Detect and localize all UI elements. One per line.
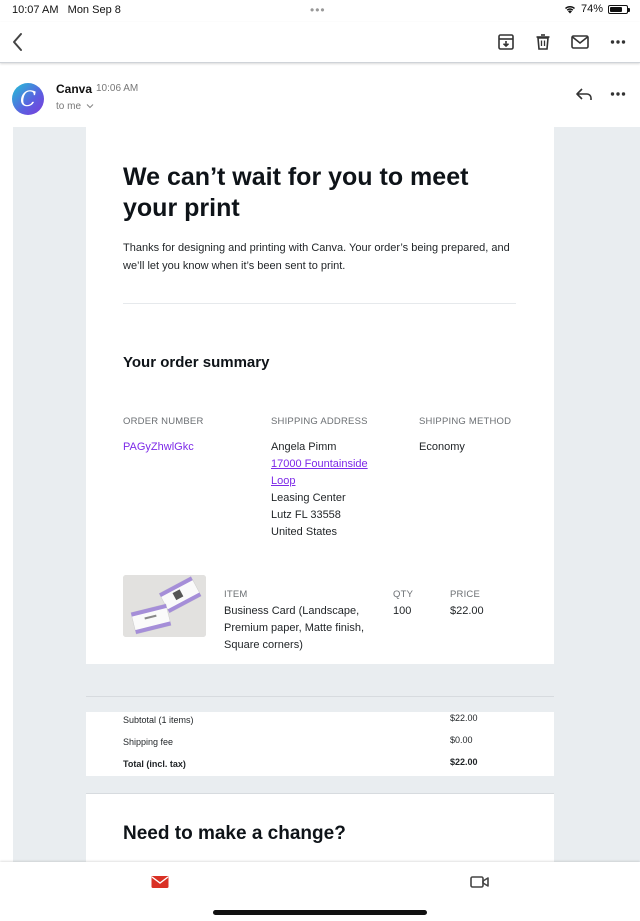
item-label: ITEM xyxy=(224,589,248,600)
more-icon xyxy=(610,92,626,96)
shipping-method: Economy xyxy=(419,441,465,453)
shipping-method-label: SHIPPING METHOD xyxy=(419,416,512,427)
multitask-dots-icon[interactable]: ••• xyxy=(310,3,326,17)
total-label: Total (incl. tax) xyxy=(123,759,186,769)
mail-icon xyxy=(571,35,589,49)
archive-icon xyxy=(498,34,514,50)
mark-unread-button[interactable] xyxy=(569,31,591,53)
item-price: $22.00 xyxy=(450,605,484,617)
video-camera-icon xyxy=(470,876,489,888)
send-time: 10:06 AM xyxy=(96,83,139,94)
mail-icon xyxy=(151,876,169,888)
shipping-fee-label: Shipping fee xyxy=(123,737,174,747)
delete-button[interactable] xyxy=(532,31,554,53)
shipping-address-label: SHIPPING ADDRESS xyxy=(271,416,368,427)
reply-button[interactable] xyxy=(574,85,594,103)
wifi-icon xyxy=(564,6,575,14)
sender-avatar[interactable]: C xyxy=(12,83,44,115)
trash-icon xyxy=(536,34,550,50)
order-number-link[interactable]: PAGyZhwlGkc xyxy=(123,439,194,456)
email-toolbar xyxy=(0,22,640,63)
divider xyxy=(86,696,554,697)
tab-mail[interactable] xyxy=(150,874,170,890)
chevron-down-icon xyxy=(86,104,94,109)
qty-label: QTY xyxy=(393,589,414,600)
archive-button[interactable] xyxy=(495,31,517,53)
subtotal-label: Subtotal (1 items) xyxy=(123,715,194,725)
order-number-label: ORDER NUMBER xyxy=(123,416,204,427)
battery-percent: 74% xyxy=(580,3,603,15)
recipient-toggle[interactable]: to me xyxy=(56,101,94,112)
home-indicator[interactable] xyxy=(213,910,427,915)
status-bar-time: 10:07 AM Mon Sep 8 xyxy=(12,4,121,16)
product-thumbnail xyxy=(123,575,206,637)
intro-text: Thanks for designing and printing with C… xyxy=(123,242,510,272)
address-name: Angela Pimm xyxy=(271,441,337,453)
order-summary-title: Your order summary xyxy=(123,354,270,371)
more-button[interactable] xyxy=(607,31,629,53)
message-more-button[interactable] xyxy=(607,83,629,105)
back-button[interactable] xyxy=(10,28,34,56)
address-line2: Leasing Center xyxy=(271,492,346,504)
item-name: Business Card (Landscape, Premium paper,… xyxy=(224,605,365,651)
reply-icon xyxy=(576,88,592,100)
status-bar-right: 74% xyxy=(564,3,630,15)
address-country: United States xyxy=(271,526,338,538)
tab-meet[interactable] xyxy=(469,874,491,890)
sender-name: Canva xyxy=(56,82,93,96)
battery-icon xyxy=(608,4,630,14)
headline: We can’t wait for you to meet your print xyxy=(123,163,469,222)
shipping-fee-value: $0.00 xyxy=(450,735,473,745)
business-card-image xyxy=(123,575,206,637)
address-city: Lutz FL 33558 xyxy=(271,509,341,521)
more-icon xyxy=(610,40,626,44)
item-qty: 100 xyxy=(393,605,412,617)
shipping-address: Angela Pimm 17000 Fountainside Loop Leas… xyxy=(271,439,391,541)
subtotal-value: $22.00 xyxy=(450,713,478,723)
address-street-link[interactable]: 17000 Fountainside Loop xyxy=(271,456,391,490)
change-title: Need to make a change? xyxy=(123,823,346,844)
divider xyxy=(123,303,516,304)
price-label: PRICE xyxy=(450,589,481,600)
chevron-left-icon xyxy=(13,33,22,51)
total-value: $22.00 xyxy=(450,757,478,767)
